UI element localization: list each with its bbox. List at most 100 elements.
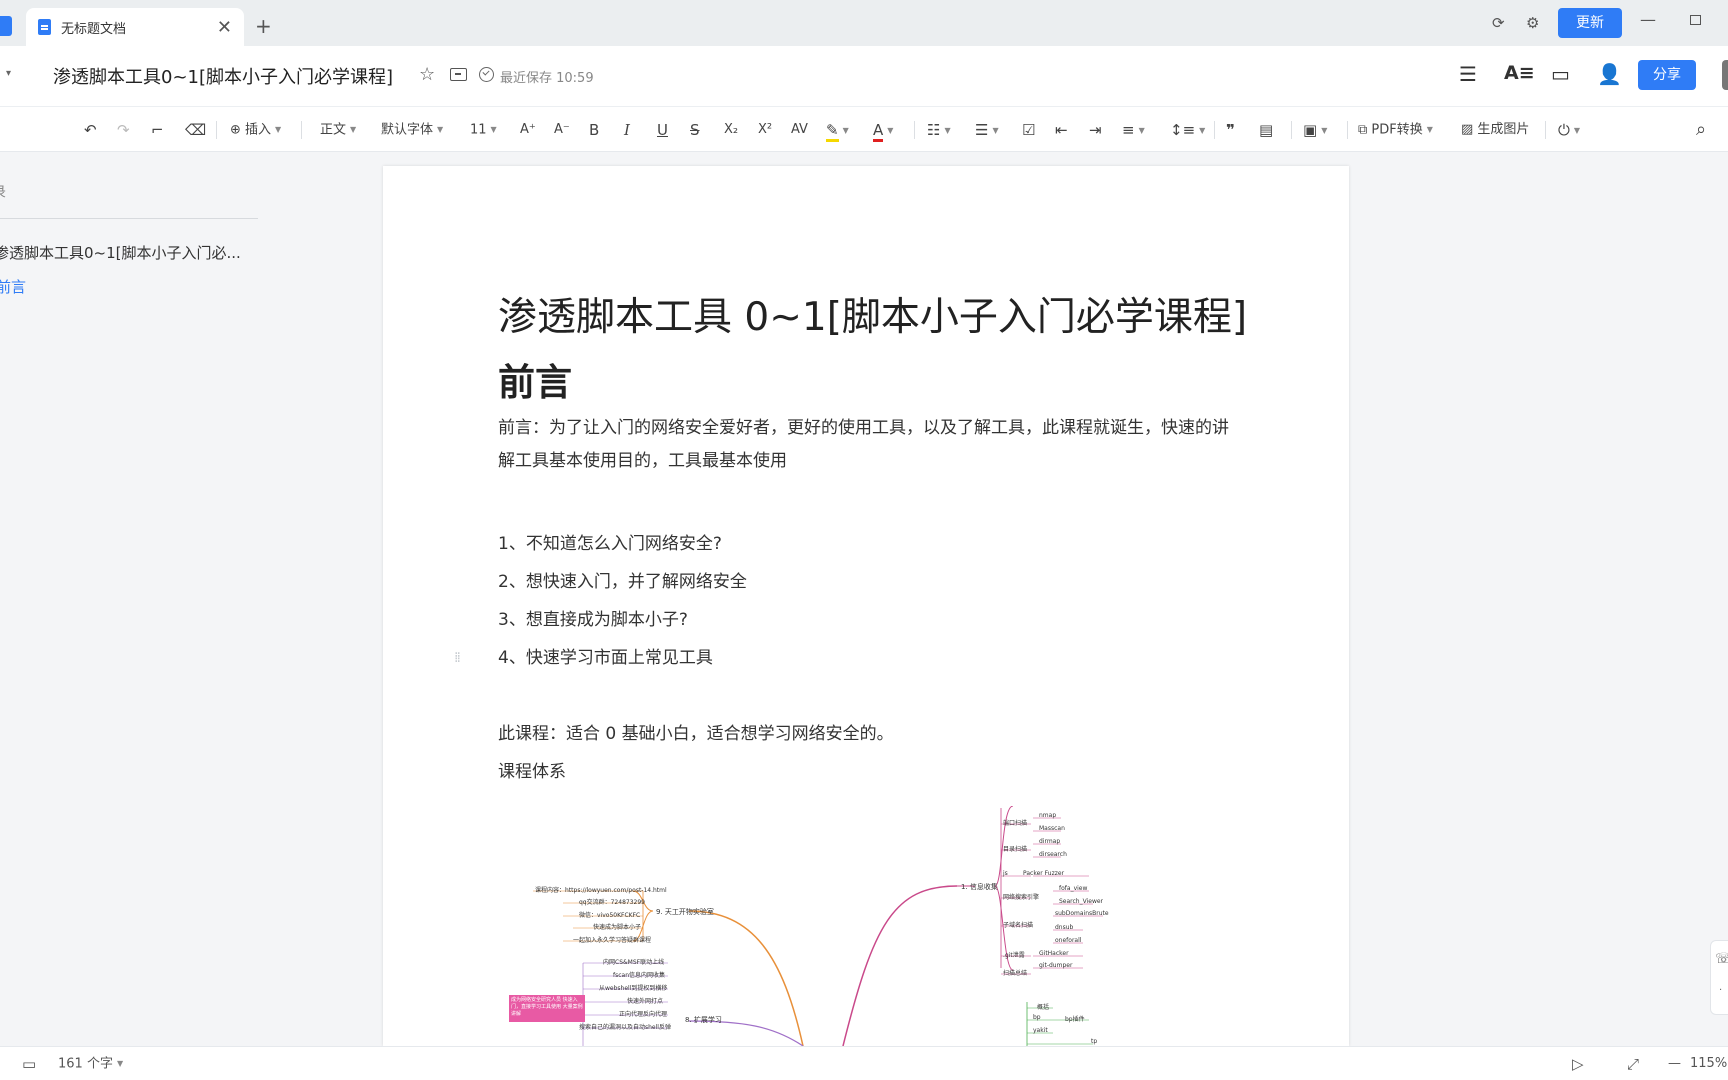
app-logo-icon[interactable] bbox=[0, 16, 12, 36]
font-color-icon: A bbox=[873, 121, 884, 142]
font-color-button[interactable]: A ▼ bbox=[873, 107, 893, 153]
numbered-list-button[interactable]: ☰ ▼ bbox=[975, 107, 999, 153]
decrease-indent-icon[interactable]: ⇤ bbox=[1055, 107, 1068, 153]
highlight-button[interactable]: ✎ ▼ bbox=[826, 107, 849, 153]
menu-icon[interactable]: ☰ bbox=[1459, 62, 1477, 86]
grow-font-button[interactable]: A⁺ bbox=[520, 107, 536, 153]
more-icon[interactable]: · bbox=[1719, 985, 1722, 996]
mindmap-leaf: Search_Viewer bbox=[1059, 898, 1104, 905]
drag-handle-icon[interactable]: ⁞⁞ bbox=[454, 650, 461, 666]
mindmap-node: 目录扫描 bbox=[1003, 846, 1028, 853]
numbered-list-icon: ☰ bbox=[975, 121, 989, 139]
settings-icon[interactable]: ⚙ bbox=[1526, 14, 1539, 32]
mindmap-node: js bbox=[1003, 870, 1008, 877]
zoom-out-button[interactable]: — bbox=[1668, 1047, 1681, 1080]
list-item[interactable]: 1、不知道怎么入门网络安全? bbox=[498, 529, 722, 554]
mindmap-leaf: dirsearch bbox=[1039, 851, 1067, 858]
document-heading-2[interactable]: 前言 bbox=[498, 352, 572, 406]
card-icon[interactable]: ▤ bbox=[1259, 107, 1273, 153]
present-icon[interactable]: ▭ bbox=[1551, 62, 1570, 86]
collaborator-icon[interactable]: 👤 bbox=[1597, 62, 1622, 86]
bold-button[interactable]: B bbox=[589, 107, 599, 153]
fullscreen-icon[interactable]: ⤢ bbox=[1627, 1047, 1639, 1080]
mindmap-leaf: 快速成为脚本小子 bbox=[593, 924, 642, 931]
outline-header: 录 bbox=[0, 182, 6, 202]
template-button[interactable]: ▣ ▼ bbox=[1303, 107, 1327, 153]
font-size-select[interactable]: 11 ▼ bbox=[470, 107, 497, 153]
text-format-icon[interactable]: A≡ bbox=[1504, 62, 1535, 84]
course-system-label[interactable]: 课程体系 bbox=[498, 757, 566, 782]
tab-document[interactable]: 无标题文档 ✕ bbox=[26, 8, 244, 46]
generate-image-button[interactable]: ▨ 生成图片 bbox=[1461, 107, 1529, 153]
avatar[interactable] bbox=[1722, 60, 1728, 90]
outline-item-title[interactable]: 渗透脚本工具0~1[脚本小子入门必... bbox=[0, 242, 241, 263]
list-item[interactable]: 3、想直接成为脚本小子? bbox=[498, 605, 688, 630]
insert-button[interactable]: ⊕ 插入 ▼ bbox=[230, 107, 281, 153]
redo-icon[interactable]: ↷ bbox=[117, 107, 130, 153]
document-page[interactable]: 渗透脚本工具 0~1[脚本小子入门必学课程] 前言 前言：为了让入门的网络安全爱… bbox=[383, 166, 1349, 1046]
shrink-font-button[interactable]: A⁻ bbox=[554, 107, 570, 153]
suitable-paragraph[interactable]: 此课程：适合 0 基础小白，适合想学习网络安全的。 bbox=[498, 719, 894, 744]
plugin-button[interactable]: ⏻ ▼ bbox=[1558, 107, 1580, 153]
bullet-list-icon: ☷ bbox=[927, 121, 941, 139]
mindmap-leaf: GitHacker bbox=[1039, 950, 1069, 957]
highlighter-icon: ✎ bbox=[826, 121, 839, 142]
mindmap-leaf: 课程内容：https://lowyuen.com/post-14.html bbox=[535, 887, 667, 894]
char-spacing-button[interactable]: AV bbox=[791, 107, 808, 153]
move-to-folder-icon[interactable] bbox=[450, 68, 467, 81]
mindmap-leaf: Masscan bbox=[1039, 825, 1065, 832]
sync-icon[interactable]: ⟳ bbox=[1492, 14, 1505, 32]
clear-format-icon[interactable]: ⌫ bbox=[185, 107, 206, 153]
italic-button[interactable]: I bbox=[624, 107, 630, 153]
word-count[interactable]: 161 个字 ▼ bbox=[58, 1047, 123, 1080]
pdf-icon: ⧉ bbox=[1358, 122, 1372, 138]
mindmap-leaf: dnsub bbox=[1055, 924, 1074, 931]
mindmap-leaf: qq交流群：724873299 bbox=[579, 899, 645, 906]
new-tab-button[interactable]: + bbox=[255, 14, 272, 38]
title-row: ▾ 渗透脚本工具0~1[脚本小子入门必学课程] ☆ 最近保存 10:59 ☰ A… bbox=[0, 46, 1728, 106]
document-heading-1[interactable]: 渗透脚本工具 0~1[脚本小子入门必学课程] bbox=[498, 286, 1247, 342]
format-toolbar: ↶ ↷ ⌐ ⌫ ⊕ 插入 ▼ 正文 ▼ 默认字体 ▼ 11 ▼ A⁺ A⁻ B I U … bbox=[0, 106, 1728, 152]
main-menu-chevron-icon[interactable]: ▾ bbox=[6, 68, 11, 79]
font-select[interactable]: 默认字体 ▼ bbox=[381, 107, 443, 153]
style-select[interactable]: 正文 ▼ bbox=[320, 107, 356, 153]
zoom-level[interactable]: 115% bbox=[1690, 1047, 1727, 1080]
intro-paragraph[interactable]: 前言：为了让入门的网络安全爱好者，更好的使用工具，以及了解工具，此课程就诞生，快… bbox=[498, 412, 1238, 478]
superscript-button[interactable]: X² bbox=[758, 107, 772, 153]
quote-icon[interactable]: ❞ bbox=[1226, 107, 1235, 153]
mindmap-image[interactable]: 1. 信息收集 端口扫描 目录扫描 js 网络搜索引擎 子域名扫描 .git泄露… bbox=[493, 806, 1213, 1046]
font-value: 默认字体 bbox=[381, 122, 434, 138]
line-spacing-button[interactable]: ↕≡ ▼ bbox=[1170, 107, 1205, 153]
list-item[interactable]: 4、快速学习市面上常见工具 bbox=[498, 643, 713, 668]
restore-window-icon[interactable] bbox=[1690, 15, 1701, 25]
play-icon[interactable]: ▷ bbox=[1572, 1047, 1584, 1080]
document-title[interactable]: 渗透脚本工具0~1[脚本小子入门必学课程] bbox=[53, 63, 393, 89]
increase-indent-icon[interactable]: ⇥ bbox=[1089, 107, 1102, 153]
search-icon[interactable]: ⌕ bbox=[1696, 107, 1706, 153]
undo-icon[interactable]: ↶ bbox=[84, 107, 97, 153]
format-painter-icon[interactable]: ⌐ bbox=[151, 107, 164, 153]
share-button[interactable]: 分享 bbox=[1638, 60, 1696, 90]
close-tab-icon[interactable]: ✕ bbox=[217, 17, 232, 38]
underline-button[interactable]: U bbox=[657, 107, 668, 153]
outline-item-preface[interactable]: 前言 bbox=[0, 276, 26, 297]
font-size-value: 11 bbox=[470, 122, 487, 138]
mindmap-leaf: git-dumper bbox=[1039, 962, 1073, 969]
align-button[interactable]: ≡ ▼ bbox=[1122, 107, 1145, 153]
update-button[interactable]: 更新 bbox=[1558, 8, 1622, 38]
side-floating-tool[interactable]: ☏ · bbox=[1710, 940, 1728, 1015]
feedback-icon[interactable]: ☏ bbox=[1715, 951, 1728, 967]
bullet-list-button[interactable]: ☷ ▼ bbox=[927, 107, 951, 153]
pdf-convert-button[interactable]: ⧉ PDF转换 ▼ bbox=[1358, 107, 1433, 153]
layout-icon[interactable]: ▭ bbox=[22, 1047, 36, 1080]
task-list-icon[interactable]: ☑ bbox=[1022, 107, 1035, 153]
pdf-convert-label: PDF转换 bbox=[1371, 122, 1423, 138]
template-icon: ▣ bbox=[1303, 121, 1318, 139]
mindmap-leaf: tp bbox=[1091, 1038, 1098, 1045]
strikethrough-button[interactable]: S bbox=[690, 107, 700, 153]
list-item[interactable]: 2、想快速入门，并了解网络安全 bbox=[498, 567, 747, 592]
star-icon[interactable]: ☆ bbox=[419, 64, 435, 85]
minimize-icon[interactable]: — bbox=[1640, 10, 1656, 29]
subscript-button[interactable]: X₂ bbox=[724, 107, 738, 153]
mindmap-node: .git泄露 bbox=[1003, 952, 1025, 959]
